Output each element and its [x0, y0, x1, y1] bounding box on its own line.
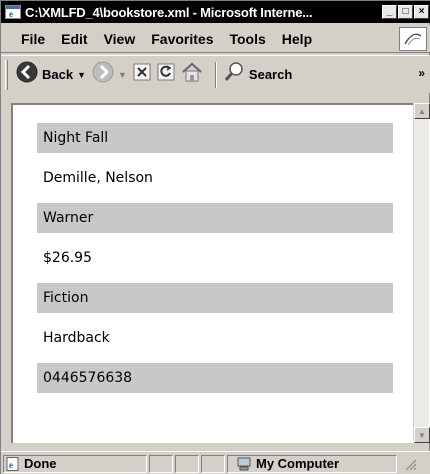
toolbar-separator — [214, 61, 217, 88]
home-button[interactable] — [181, 62, 203, 87]
svg-text:e: e — [9, 460, 13, 470]
menu-bar: File Edit View Favorites Tools Help — [1, 25, 430, 53]
menu-view[interactable]: View — [102, 29, 138, 49]
window-title: C:\XMLFD_4\bookstore.xml - Microsoft Int… — [25, 4, 313, 20]
book-title: Night Fall — [37, 123, 393, 153]
book-author: Demille, Nelson — [43, 170, 153, 186]
back-button[interactable]: Back ▼ — [16, 61, 86, 88]
book-genre: Fiction — [37, 283, 393, 313]
toolbar-grip[interactable] — [5, 59, 8, 90]
book-record: Night Fall Demille, Nelson Warner $26.95… — [37, 123, 393, 393]
search-label: Search — [248, 67, 293, 82]
toolbar-more-chevron[interactable]: » — [418, 66, 425, 80]
minimize-button[interactable]: _ — [382, 5, 397, 19]
maximize-button[interactable]: □ — [398, 5, 413, 19]
search-icon — [223, 61, 245, 88]
back-dropdown-icon[interactable]: ▼ — [77, 70, 86, 80]
status-pane-main: e Done — [3, 454, 147, 473]
refresh-button[interactable] — [157, 63, 175, 86]
page-done-icon: e — [6, 456, 20, 471]
forward-arrow-icon — [92, 61, 114, 88]
menu-file[interactable]: File — [19, 29, 47, 49]
status-bar: e Done My Computer — [1, 451, 430, 474]
status-pane-zone: My Computer — [227, 454, 397, 473]
standard-toolbar: Back ▼ ▼ Search » — [1, 55, 430, 93]
back-arrow-icon — [16, 61, 38, 88]
menu-favorites[interactable]: Favorites — [149, 29, 215, 49]
book-publisher: Warner — [37, 203, 393, 233]
scroll-up-button[interactable]: ▲ — [414, 103, 430, 119]
zone-label: My Computer — [256, 456, 340, 471]
home-icon — [181, 62, 203, 87]
close-button[interactable]: × — [414, 5, 429, 19]
stop-icon — [133, 63, 151, 86]
search-button[interactable]: Search — [223, 61, 292, 88]
forward-dropdown-icon[interactable]: ▼ — [118, 70, 127, 80]
browser-window: e C:\XMLFD_4\bookstore.xml - Microsoft I… — [0, 0, 430, 474]
ie-page-icon: e — [4, 4, 22, 20]
vertical-scrollbar[interactable]: ▲ ▼ — [413, 103, 430, 443]
resize-grip[interactable] — [403, 457, 417, 471]
book-price: $26.95 — [43, 250, 92, 266]
status-pane-privacy — [201, 454, 225, 473]
window-controls: _ □ × — [382, 5, 429, 19]
refresh-icon — [157, 63, 175, 86]
svg-text:e: e — [9, 9, 13, 19]
menu-edit[interactable]: Edit — [59, 29, 89, 49]
computer-icon — [236, 457, 252, 471]
menu-help[interactable]: Help — [280, 29, 314, 49]
document-viewport: Night Fall Demille, Nelson Warner $26.95… — [11, 103, 430, 443]
ie-logo-icon — [399, 27, 427, 51]
stop-button[interactable] — [133, 63, 151, 86]
status-text: Done — [24, 456, 57, 471]
status-pane-progress — [149, 454, 173, 473]
title-bar[interactable]: e C:\XMLFD_4\bookstore.xml - Microsoft I… — [1, 1, 430, 23]
status-pane-security — [175, 454, 199, 473]
menu-tools[interactable]: Tools — [227, 29, 267, 49]
book-format: Hardback — [43, 330, 110, 346]
back-label: Back — [42, 67, 74, 82]
scroll-down-button[interactable]: ▼ — [414, 427, 430, 443]
forward-button[interactable]: ▼ — [92, 61, 127, 88]
book-isbn: 0446576638 — [37, 363, 393, 393]
